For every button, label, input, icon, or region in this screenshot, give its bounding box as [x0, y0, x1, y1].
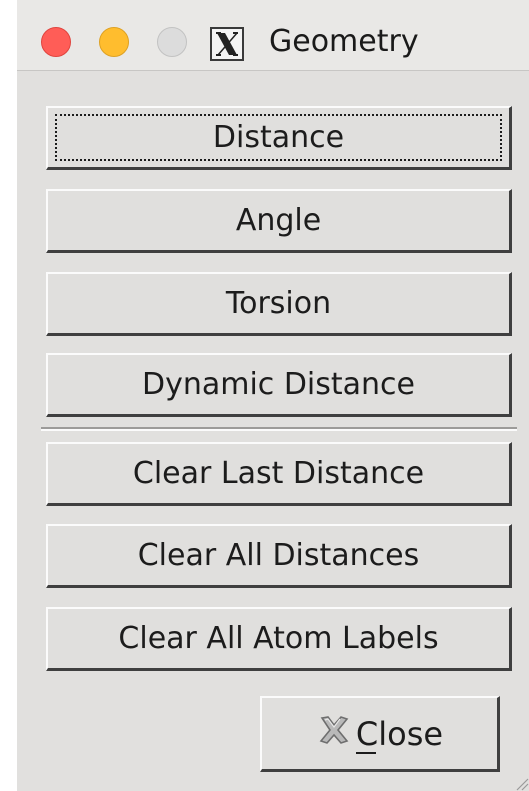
- close-button-label: Close: [355, 714, 444, 754]
- distance-button-label: Distance: [212, 120, 345, 155]
- clear-all-distances-button-label: Clear All Distances: [137, 538, 420, 573]
- clear-all-atom-labels-button-label: Clear All Atom Labels: [118, 621, 439, 656]
- close-x-icon: [316, 713, 352, 755]
- window-minimize-button[interactable]: [99, 27, 129, 57]
- resize-grip[interactable]: [513, 775, 529, 791]
- distance-button[interactable]: Distance: [46, 106, 512, 170]
- clear-last-distance-button-label: Clear Last Distance: [132, 456, 425, 491]
- window-title: Geometry: [269, 24, 419, 59]
- torsion-button[interactable]: Torsion: [46, 272, 512, 336]
- clear-all-distances-button[interactable]: Clear All Distances: [46, 524, 512, 588]
- close-label-rest: lose: [378, 714, 444, 753]
- dynamic-distance-button[interactable]: Dynamic Distance: [46, 353, 512, 417]
- clear-all-atom-labels-button[interactable]: Clear All Atom Labels: [46, 607, 512, 671]
- background-edge: [0, 0, 17, 791]
- close-button[interactable]: Close: [260, 696, 500, 772]
- geometry-window: Geometry Distance Angle Torsion Dynamic …: [17, 0, 529, 791]
- close-mnemonic-letter: C: [355, 714, 379, 753]
- mnemonic-underline: [355, 751, 376, 754]
- x11-icon: [210, 27, 244, 61]
- dynamic-distance-button-label: Dynamic Distance: [141, 367, 416, 402]
- clear-last-distance-button[interactable]: Clear Last Distance: [46, 442, 512, 506]
- torsion-button-label: Torsion: [225, 286, 332, 321]
- angle-button-label: Angle: [235, 203, 322, 238]
- title-bar[interactable]: Geometry: [17, 0, 529, 71]
- angle-button[interactable]: Angle: [46, 189, 512, 253]
- separator: [41, 427, 517, 431]
- window-zoom-button[interactable]: [157, 27, 187, 57]
- window-close-button[interactable]: [41, 27, 71, 57]
